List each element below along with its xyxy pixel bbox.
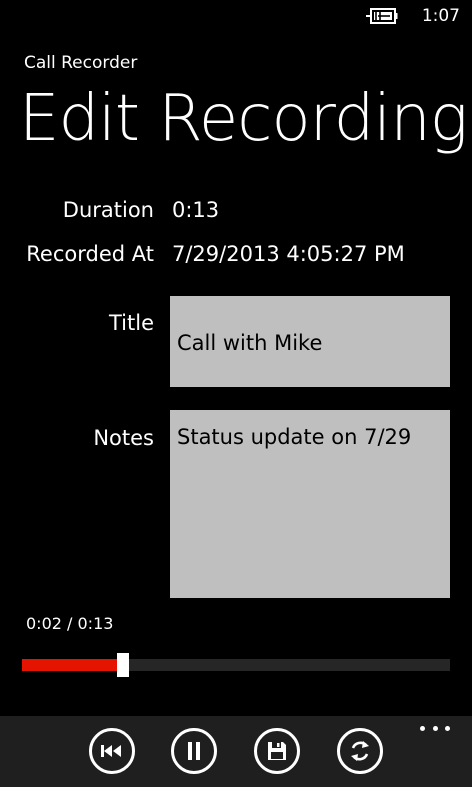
clock: 1:07 (421, 6, 460, 26)
save-icon (268, 742, 286, 760)
pause-button[interactable] (171, 728, 217, 774)
more-dot (445, 726, 450, 731)
recorded-at-label: Recorded At (26, 242, 154, 266)
app-title: Call Recorder (24, 53, 138, 73)
more-dot (420, 726, 425, 731)
playback-progress-fill (22, 659, 124, 671)
skip-back-button[interactable] (89, 728, 135, 774)
more-dot (432, 726, 438, 731)
duration-label: Duration (62, 198, 154, 222)
playback-slider-thumb[interactable] (117, 653, 130, 677)
playback-time: 0:02 / 0:13 (26, 614, 114, 633)
notes-label: Notes (93, 426, 154, 450)
pause-icon (188, 742, 200, 760)
playback-progress-track[interactable] (22, 653, 450, 677)
notes-input[interactable]: Status update on 7/29 (170, 410, 450, 598)
skip-back-icon (101, 745, 121, 757)
sync-icon (351, 741, 369, 761)
title-label: Title (108, 311, 154, 335)
page-title: Edit Recording (19, 82, 468, 156)
save-button[interactable] (254, 728, 300, 774)
sync-button[interactable] (337, 728, 383, 774)
title-input[interactable] (170, 296, 450, 387)
more-icon[interactable] (420, 726, 450, 734)
recorded-at-value: 7/29/2013 4:05:27 PM (172, 242, 405, 266)
battery-charging-icon (366, 8, 398, 24)
status-bar: 1:07 (0, 0, 472, 34)
app-bar (0, 716, 472, 787)
duration-value: 0:13 (172, 198, 220, 222)
